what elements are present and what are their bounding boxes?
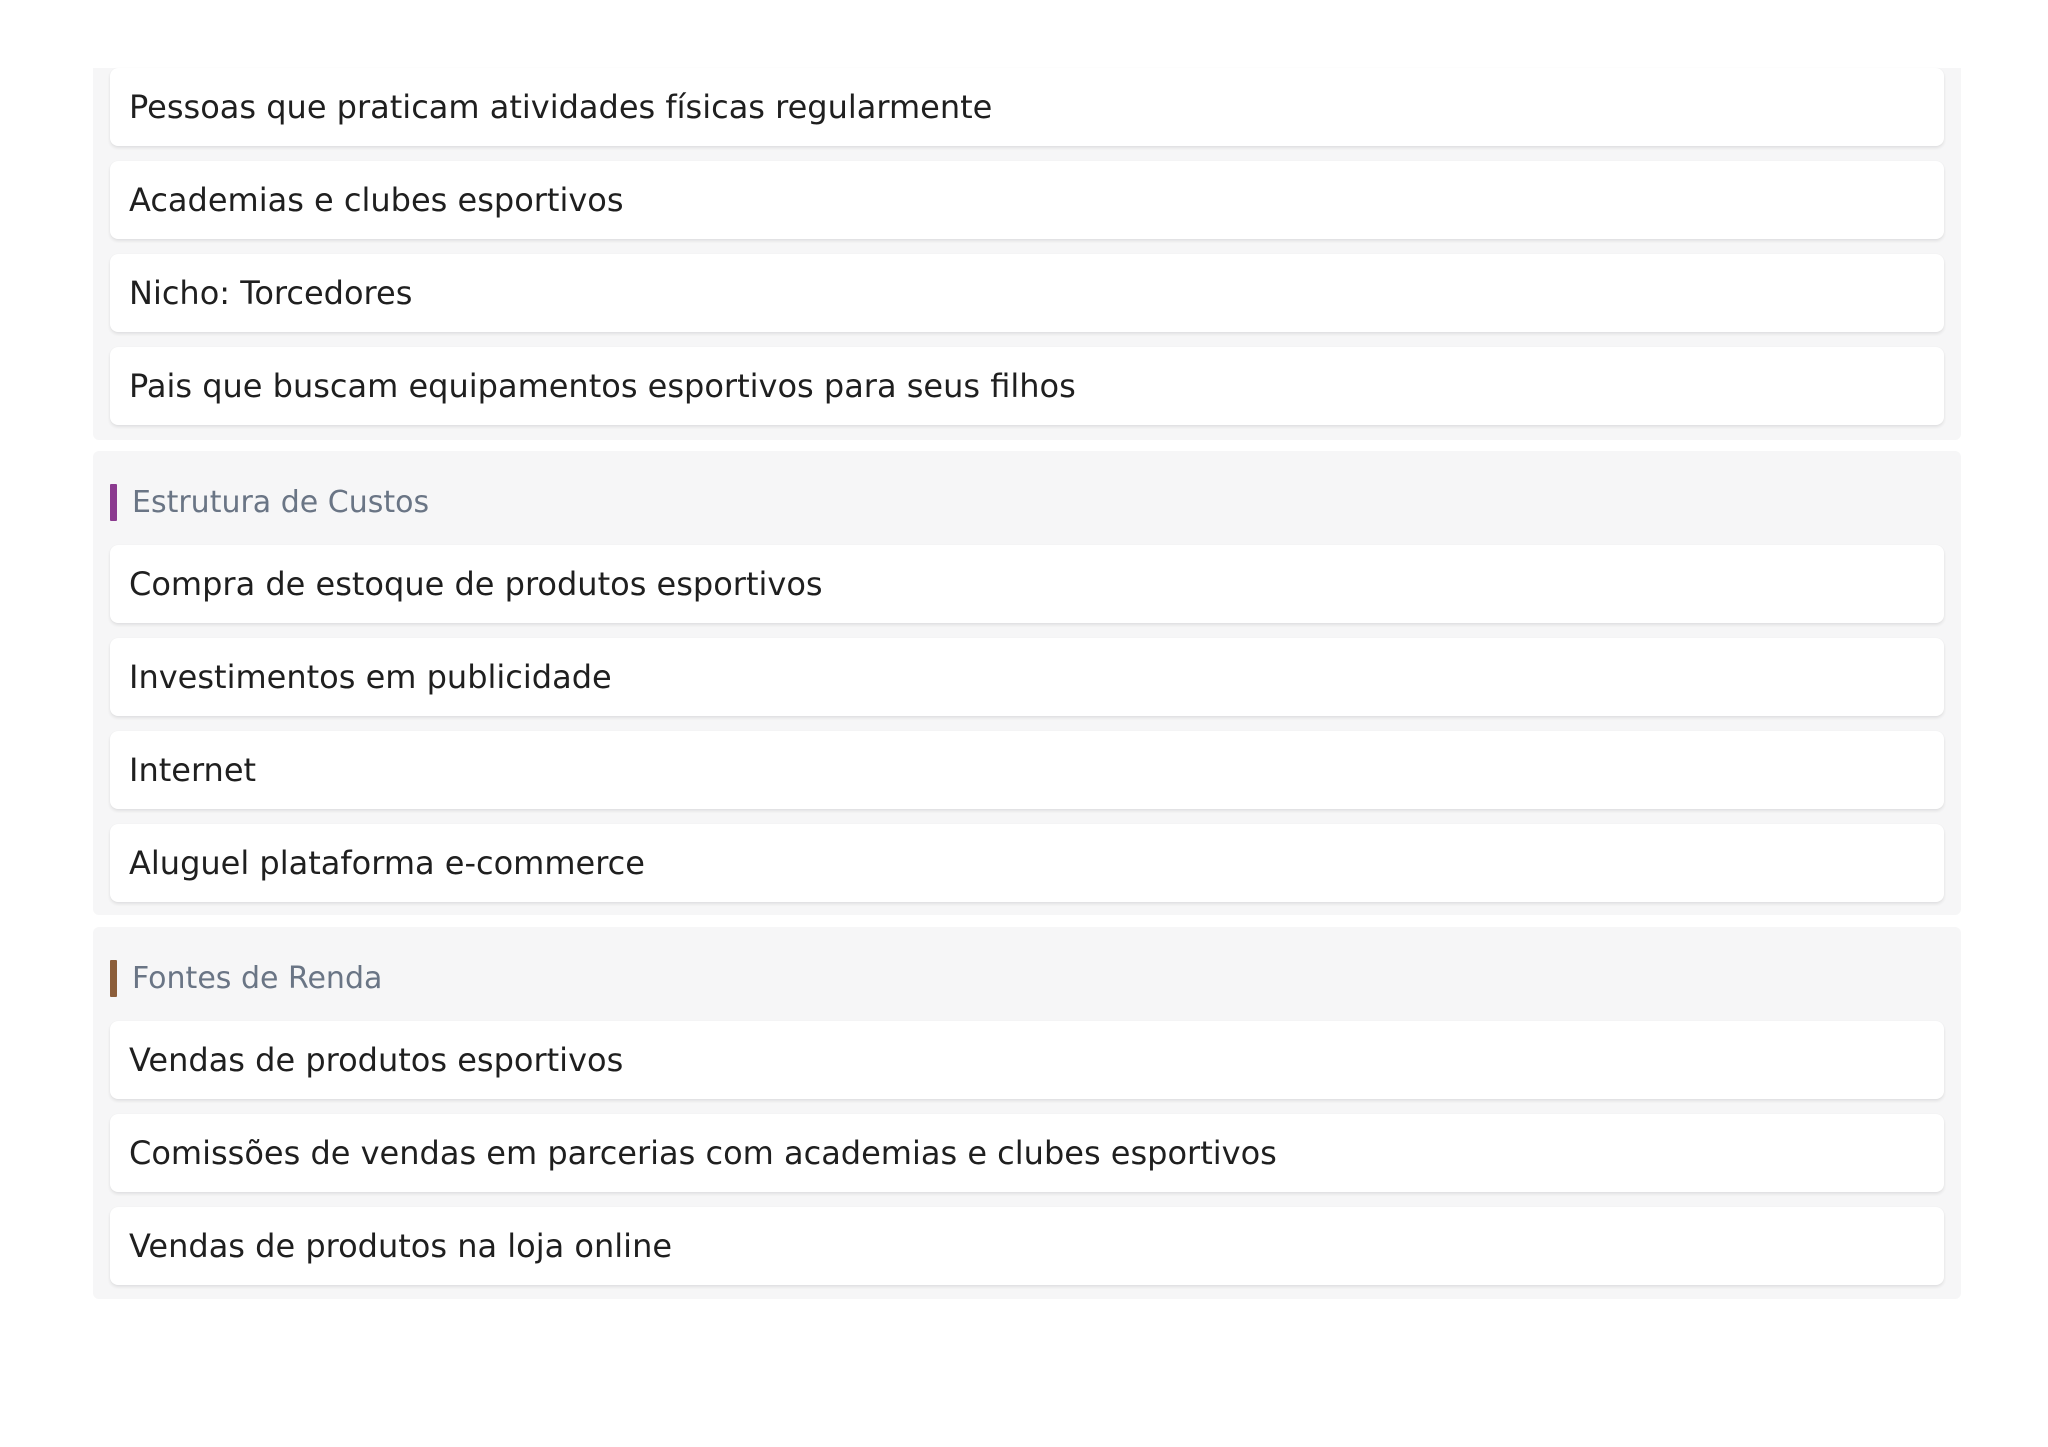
list-item[interactable]: Pessoas que praticam atividades físicas … [110, 68, 1944, 146]
list-item-text: Compra de estoque de produtos esportivos [129, 565, 823, 603]
list-item-text: Academias e clubes esportivos [129, 181, 624, 219]
list-item[interactable]: Academias e clubes esportivos [110, 161, 1944, 239]
list-item-text: Comissões de vendas em parcerias com aca… [129, 1134, 1277, 1172]
section-accent-bar [110, 960, 117, 997]
list-item[interactable]: Pais que buscam equipamentos esportivos … [110, 347, 1944, 425]
card-list: Vendas de produtos esportivos Comissões … [110, 1021, 1944, 1285]
list-item[interactable]: Compra de estoque de produtos esportivos [110, 545, 1944, 623]
list-item-text: Aluguel plataforma e-commerce [129, 844, 645, 882]
list-item-text: Pais que buscam equipamentos esportivos … [129, 367, 1076, 405]
section-customer-segments: Pessoas que praticam atividades físicas … [93, 68, 1961, 440]
section-header: Estrutura de Custos [110, 484, 1944, 521]
section-title: Fontes de Renda [132, 961, 383, 996]
card-list: Compra de estoque de produtos esportivos… [110, 545, 1944, 902]
section-cost-structure: Estrutura de Custos Compra de estoque de… [93, 451, 1961, 915]
list-item[interactable]: Aluguel plataforma e-commerce [110, 824, 1944, 902]
list-item[interactable]: Vendas de produtos na loja online [110, 1207, 1944, 1285]
list-item[interactable]: Internet [110, 731, 1944, 809]
section-accent-bar [110, 484, 117, 521]
list-item-text: Vendas de produtos na loja online [129, 1227, 673, 1265]
list-item[interactable]: Nicho: Torcedores [110, 254, 1944, 332]
list-item-text: Vendas de produtos esportivos [129, 1041, 624, 1079]
list-item-text: Pessoas que praticam atividades físicas … [129, 88, 993, 126]
card-list: Pessoas que praticam atividades físicas … [110, 68, 1944, 425]
list-item-text: Investimentos em publicidade [129, 658, 612, 696]
canvas-page: Pessoas que praticam atividades físicas … [0, 0, 2048, 1447]
list-item[interactable]: Investimentos em publicidade [110, 638, 1944, 716]
section-header: Fontes de Renda [110, 960, 1944, 997]
section-title: Estrutura de Custos [132, 485, 430, 520]
list-item[interactable]: Vendas de produtos esportivos [110, 1021, 1944, 1099]
section-revenue-streams: Fontes de Renda Vendas de produtos espor… [93, 927, 1961, 1299]
list-item-text: Internet [129, 751, 257, 789]
list-item[interactable]: Comissões de vendas em parcerias com aca… [110, 1114, 1944, 1192]
list-item-text: Nicho: Torcedores [129, 274, 413, 312]
